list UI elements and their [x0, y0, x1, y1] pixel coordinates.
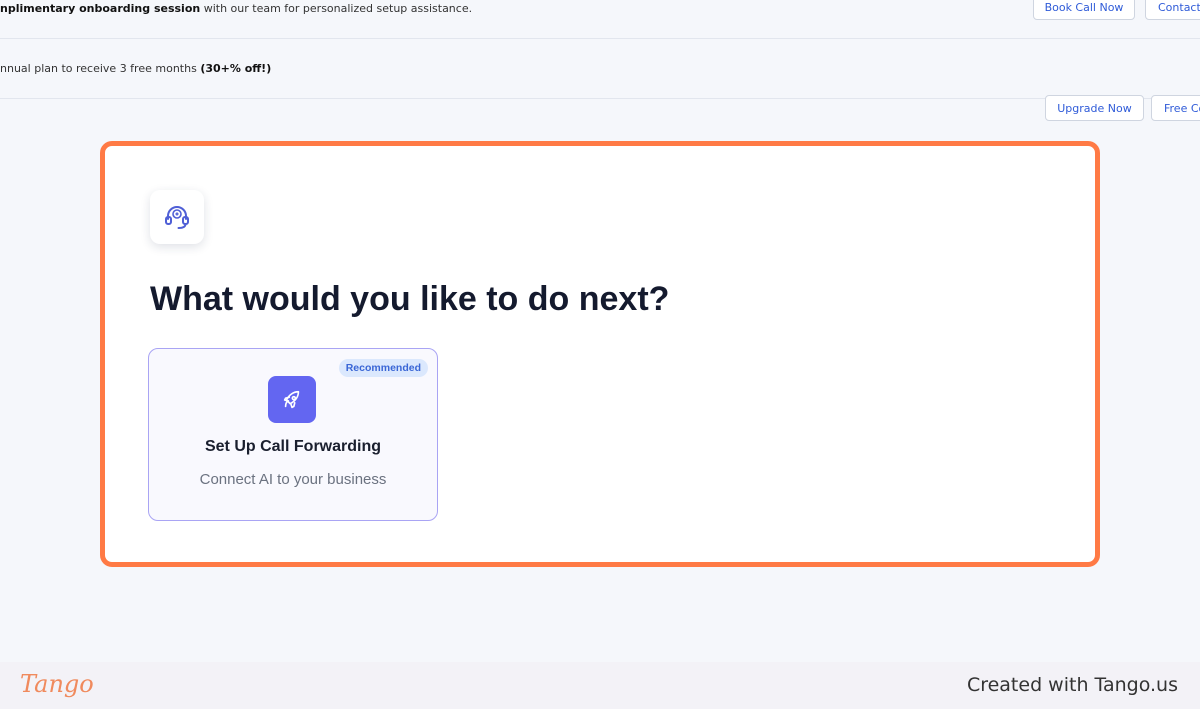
call-forwarding-option[interactable]: Recommended Set Up Call Forwarding Conne… [148, 348, 438, 521]
upgrade-banner-rest: nnual plan to receive 3 free months [0, 62, 201, 75]
upgrade-banner: nnual plan to receive 3 free months (30+… [0, 39, 1200, 121]
upgrade-banner-text: nnual plan to receive 3 free months (30+… [0, 62, 271, 75]
onboarding-banner-rest: with our team for personalized setup ass… [200, 2, 473, 15]
book-call-button[interactable]: Book Call Now [1033, 0, 1135, 20]
headset-support-icon [150, 190, 204, 244]
next-step-card: What would you like to do next? Recommen… [100, 141, 1100, 567]
upgrade-discount-bold: (30+% off!) [200, 62, 272, 75]
recommended-badge: Recommended [338, 359, 428, 377]
option-subtitle: Connect AI to your business [199, 471, 387, 488]
onboarding-banner: nplimentary onboarding session with our … [0, 0, 1200, 39]
page-title: What would you like to do next? [150, 280, 670, 318]
free-consult-button[interactable]: Free Co [1151, 95, 1200, 121]
contact-button[interactable]: Contact [1145, 0, 1200, 20]
created-with-credit: Created with Tango.us [966, 674, 1178, 696]
tango-logo: Tango [20, 670, 94, 698]
option-title: Set Up Call Forwarding [204, 438, 381, 455]
onboarding-banner-text: nplimentary onboarding session with our … [0, 2, 472, 15]
footer: Tango Created with Tango.us [0, 662, 1200, 709]
upgrade-now-button[interactable]: Upgrade Now [1045, 95, 1144, 121]
rocket-icon [268, 376, 316, 423]
onboarding-session-bold: nplimentary onboarding session [0, 2, 201, 15]
